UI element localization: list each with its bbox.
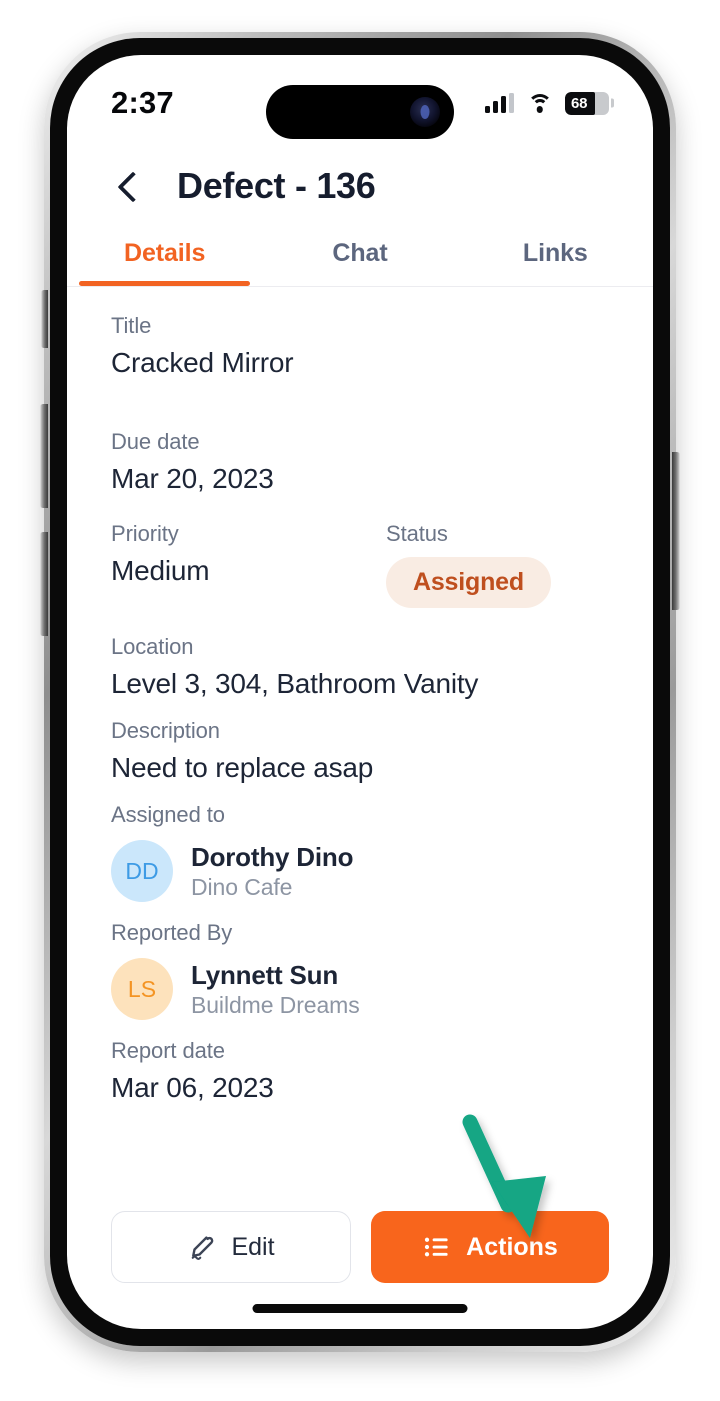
bottom-action-bar: Edit Actions — [67, 1211, 653, 1283]
edit-button-label: Edit — [231, 1232, 275, 1261]
tab-chat-label: Chat — [332, 239, 388, 267]
field-reported-by: Reported By LS Lynnett Sun Buildme Dream… — [111, 920, 609, 1020]
page-title: Defect - 136 — [177, 165, 376, 206]
volume-up-button[interactable] — [40, 404, 48, 508]
field-location: Location Level 3, 304, Bathroom Vanity — [111, 634, 609, 700]
phone-screen: 2:37 68 Defect - 136 Details Chat Links … — [67, 55, 653, 1329]
list-bullet-icon — [422, 1232, 452, 1262]
phone-frame: 2:37 68 Defect - 136 Details Chat Links … — [40, 32, 680, 1352]
tab-details-label: Details — [124, 239, 206, 267]
reported-by-org: Buildme Dreams — [191, 991, 360, 1018]
battery-icon: 68 — [565, 91, 614, 115]
cellular-bars-icon — [485, 93, 514, 113]
nav-bar: Defect - 136 — [67, 151, 653, 229]
field-report-date-label: Report date — [111, 1038, 225, 1063]
field-title-value: Cracked Mirror — [111, 347, 294, 378]
field-reported-by-label: Reported By — [111, 920, 233, 945]
actions-button[interactable]: Actions — [371, 1211, 609, 1283]
field-assigned-to: Assigned to DD Dorothy Dino Dino Cafe — [111, 802, 609, 902]
reported-by-person[interactable]: LS Lynnett Sun Buildme Dreams — [111, 958, 609, 1020]
field-priority-label: Priority — [111, 521, 179, 546]
field-assigned-to-label: Assigned to — [111, 802, 225, 827]
field-status: Status Assigned — [386, 521, 609, 608]
status-bar: 2:37 68 — [67, 55, 653, 151]
field-location-value: Level 3, 304, Bathroom Vanity — [111, 668, 479, 699]
actions-button-label: Actions — [466, 1232, 558, 1261]
field-due-date: Due date Mar 20, 2023 — [111, 429, 609, 495]
pencil-edit-icon — [187, 1232, 217, 1262]
field-status-label: Status — [386, 521, 448, 546]
field-report-date: Report date Mar 06, 2023 — [111, 1038, 609, 1104]
field-priority-value: Medium — [111, 555, 210, 586]
chevron-left-icon[interactable] — [111, 169, 145, 203]
field-location-label: Location — [111, 634, 194, 659]
tab-chat[interactable]: Chat — [262, 229, 457, 286]
screenshot-stage: 2:37 68 Defect - 136 Details Chat Links … — [0, 0, 720, 1401]
home-indicator[interactable] — [252, 1304, 468, 1313]
volume-down-button[interactable] — [40, 532, 48, 636]
tab-links[interactable]: Links — [458, 229, 653, 286]
dynamic-island — [266, 85, 454, 139]
power-button[interactable] — [672, 452, 680, 610]
field-title-label: Title — [111, 313, 152, 338]
field-report-date-value: Mar 06, 2023 — [111, 1072, 274, 1103]
battery-percent-label: 68 — [571, 94, 588, 112]
tab-bar: Details Chat Links — [67, 229, 653, 287]
field-title: Title Cracked Mirror — [111, 313, 609, 379]
priority-status-row: Priority Medium Status Assigned — [111, 521, 609, 608]
phone-bezel: 2:37 68 Defect - 136 Details Chat Links … — [50, 38, 670, 1346]
field-priority: Priority Medium — [111, 521, 386, 608]
assigned-to-person[interactable]: DD Dorothy Dino Dino Cafe — [111, 840, 609, 902]
field-due-date-value: Mar 20, 2023 — [111, 463, 274, 494]
front-camera-icon — [410, 97, 440, 127]
assigned-to-org: Dino Cafe — [191, 873, 293, 900]
avatar: LS — [111, 958, 173, 1020]
mute-switch-button[interactable] — [41, 290, 48, 348]
field-due-date-label: Due date — [111, 429, 200, 454]
status-indicators: 68 — [485, 91, 614, 115]
details-panel: Title Cracked Mirror Due date Mar 20, 20… — [67, 287, 653, 1104]
field-description-value: Need to replace asap — [111, 752, 374, 783]
field-description: Description Need to replace asap — [111, 718, 609, 784]
status-time: 2:37 — [111, 85, 174, 120]
assigned-to-name: Dorothy Dino — [191, 841, 354, 872]
edit-button[interactable]: Edit — [111, 1211, 351, 1283]
status-badge: Assigned — [386, 557, 551, 608]
reported-by-name: Lynnett Sun — [191, 959, 339, 990]
tab-links-label: Links — [522, 239, 588, 267]
tab-details[interactable]: Details — [67, 229, 262, 286]
field-description-label: Description — [111, 718, 220, 743]
wifi-icon — [527, 93, 552, 113]
avatar: DD — [111, 840, 173, 902]
